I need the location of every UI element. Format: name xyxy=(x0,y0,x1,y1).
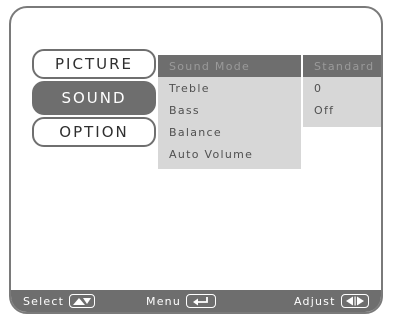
tab-option-label: OPTION xyxy=(59,123,129,141)
value-label: 0 xyxy=(314,81,323,95)
up-down-arrows-icon xyxy=(69,294,96,308)
return-icon xyxy=(186,294,217,308)
value-treble[interactable]: 0 xyxy=(303,77,381,99)
value-label: Off xyxy=(314,103,335,117)
settings-values-list: Standard 0 Off xyxy=(303,55,381,127)
menu-item-balance[interactable]: Balance xyxy=(158,121,301,143)
value-bass[interactable]: Off xyxy=(303,99,381,121)
tab-sound-label: SOUND xyxy=(61,89,127,107)
menu-item-auto-volume[interactable]: Auto Volume xyxy=(158,143,301,165)
menu-item-bass[interactable]: Bass xyxy=(158,99,301,121)
value-label: Standard xyxy=(314,59,375,73)
hint-menu-label: Menu xyxy=(146,294,182,308)
menu-item-label: Auto Volume xyxy=(169,147,254,161)
menu-item-label: Bass xyxy=(169,103,200,117)
menu-item-label: Treble xyxy=(169,81,210,95)
hint-select-label: Select xyxy=(23,294,65,308)
menu-item-sound-mode[interactable]: Sound Mode xyxy=(158,55,301,77)
menu-item-treble[interactable]: Treble xyxy=(158,77,301,99)
hint-select: Select xyxy=(23,290,96,312)
sound-settings-list: Sound Mode Treble Bass Balance Auto Volu… xyxy=(158,55,301,169)
tab-picture-label: PICTURE xyxy=(55,55,133,73)
value-sound-mode[interactable]: Standard xyxy=(303,55,381,77)
footer-hint-bar: Select Menu Adjust xyxy=(11,290,381,312)
tab-option[interactable]: OPTION xyxy=(32,117,156,147)
tab-sound[interactable]: SOUND xyxy=(32,81,156,115)
hint-adjust: Adjust xyxy=(294,290,369,312)
osd-menu-frame: PICTURE SOUND OPTION Sound Mode Treble B… xyxy=(9,6,383,314)
tab-picture[interactable]: PICTURE xyxy=(32,49,156,79)
left-right-arrows-icon xyxy=(340,294,369,308)
menu-item-label: Balance xyxy=(169,125,222,139)
hint-adjust-label: Adjust xyxy=(294,294,336,308)
hint-menu: Menu xyxy=(146,290,217,312)
menu-item-label: Sound Mode xyxy=(169,59,251,73)
